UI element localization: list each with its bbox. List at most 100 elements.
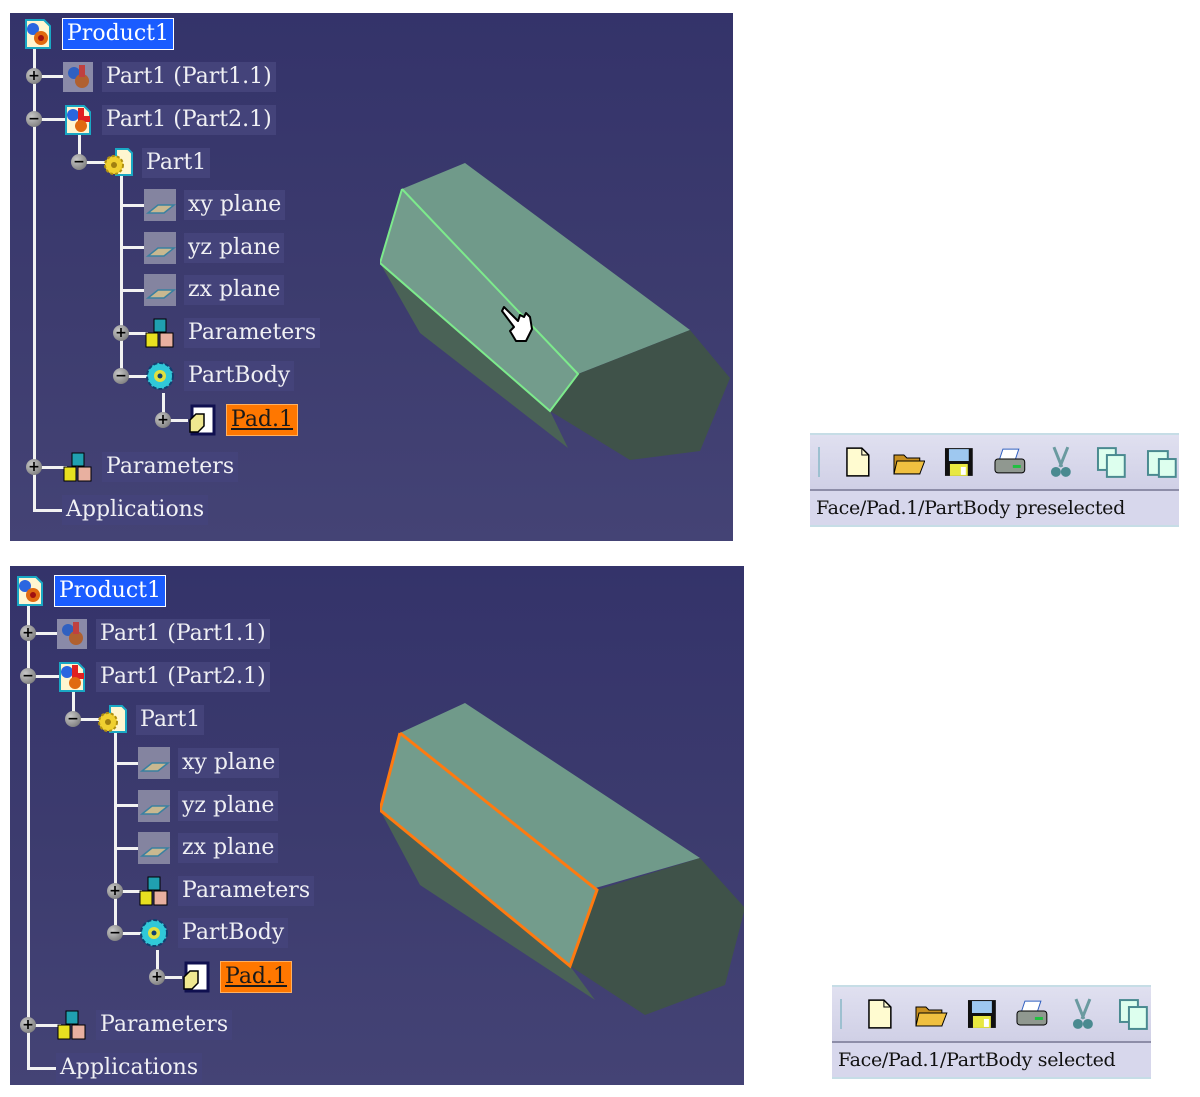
tree-item[interactable]: Part1 (Part1.1) bbox=[62, 60, 276, 94]
tree-item[interactable]: Parameters bbox=[138, 874, 315, 908]
3d-viewport[interactable] bbox=[380, 680, 744, 1060]
tree-label: Parameters bbox=[96, 1010, 233, 1040]
tree-line bbox=[120, 246, 146, 249]
toolbar-panel-selected: Face/Pad.1/PartBody selected bbox=[832, 985, 1151, 1079]
tree-line bbox=[120, 204, 146, 207]
tree-label: Product1 bbox=[54, 575, 166, 607]
tree-label: Part1 bbox=[136, 705, 205, 735]
plane-icon bbox=[144, 274, 176, 306]
tree-label: Part1 (Part2.1) bbox=[96, 662, 270, 692]
part-instance-active-icon bbox=[65, 105, 91, 135]
tree-item[interactable]: Part1 bbox=[102, 146, 211, 180]
tree-label: Part1 (Part1.1) bbox=[96, 619, 270, 649]
tree-item-product1[interactable]: Product1 bbox=[22, 17, 174, 51]
expand-toggle[interactable]: + bbox=[155, 412, 171, 428]
tree-line bbox=[114, 847, 140, 850]
tree-item-pad1[interactable]: Pad.1 bbox=[180, 960, 293, 994]
parameters-icon bbox=[139, 876, 168, 906]
tree-label: Part1 (Part2.1) bbox=[102, 105, 276, 135]
parameters-icon bbox=[63, 452, 92, 482]
tree-label: Pad.1 bbox=[220, 961, 293, 993]
expand-toggle[interactable]: + bbox=[113, 325, 129, 341]
tree-item[interactable]: xy plane bbox=[138, 746, 280, 780]
tree-line bbox=[120, 289, 146, 292]
tree-item[interactable]: Part1 (Part2.1) bbox=[56, 660, 270, 694]
tree-item[interactable]: zx plane bbox=[144, 273, 285, 307]
3d-viewport[interactable] bbox=[380, 133, 733, 493]
cut-icon[interactable] bbox=[1066, 997, 1100, 1031]
collapse-toggle[interactable]: − bbox=[71, 154, 87, 170]
print-icon[interactable] bbox=[1015, 997, 1049, 1031]
tree-item[interactable]: Parameters bbox=[62, 450, 239, 484]
tree-item[interactable]: Applications bbox=[62, 493, 209, 527]
tree-label: Parameters bbox=[102, 452, 239, 482]
new-file-icon[interactable] bbox=[863, 997, 897, 1031]
expand-toggle[interactable]: + bbox=[107, 883, 123, 899]
tree-label: yz plane bbox=[184, 233, 285, 263]
plane-icon bbox=[138, 790, 170, 822]
catia-viewer-preselected: + − − + − + + Product1 Part1 (Part1.1) P… bbox=[10, 13, 733, 541]
specification-tree: + − − + − + + Product1 Part1 (Part1.1) P… bbox=[10, 566, 370, 1085]
tree-label: Product1 bbox=[62, 18, 174, 50]
copy-icon[interactable] bbox=[1117, 997, 1151, 1031]
pad-icon bbox=[189, 404, 216, 436]
tree-item[interactable]: xy plane bbox=[144, 188, 286, 222]
expand-toggle[interactable]: + bbox=[20, 625, 36, 641]
tree-item[interactable]: yz plane bbox=[144, 231, 285, 265]
product-icon bbox=[17, 576, 43, 606]
tree-line bbox=[114, 762, 140, 765]
expand-toggle[interactable]: + bbox=[26, 459, 42, 475]
expand-toggle[interactable]: + bbox=[26, 68, 42, 84]
status-bar: Face/Pad.1/PartBody selected bbox=[838, 1049, 1116, 1071]
tree-label: Part1 bbox=[142, 148, 211, 178]
save-icon[interactable] bbox=[965, 997, 999, 1031]
tree-item[interactable]: Part1 bbox=[96, 703, 205, 737]
copy-icon[interactable] bbox=[1095, 445, 1129, 479]
tree-item[interactable]: yz plane bbox=[138, 789, 279, 823]
tree-item[interactable]: PartBody bbox=[144, 359, 295, 393]
tree-item[interactable]: Part1 (Part2.1) bbox=[62, 103, 276, 137]
tree-label: Applications bbox=[56, 1053, 203, 1083]
open-folder-icon[interactable] bbox=[914, 997, 948, 1031]
parameters-icon bbox=[145, 318, 174, 348]
tree-item[interactable]: PartBody bbox=[138, 916, 289, 950]
parameters-icon bbox=[57, 1010, 86, 1040]
tree-item[interactable]: Parameters bbox=[144, 316, 321, 350]
partbody-icon bbox=[140, 919, 168, 947]
part-instance-icon bbox=[63, 62, 93, 92]
standard-toolbar bbox=[810, 435, 1179, 491]
cut-icon[interactable] bbox=[1044, 445, 1078, 479]
status-bar: Face/Pad.1/PartBody preselected bbox=[816, 497, 1125, 519]
pad-icon bbox=[183, 961, 210, 993]
collapse-toggle[interactable]: − bbox=[20, 668, 36, 684]
print-icon[interactable] bbox=[993, 445, 1027, 479]
tree-label: Parameters bbox=[184, 318, 321, 348]
expand-toggle[interactable]: + bbox=[149, 969, 165, 985]
tree-label: xy plane bbox=[184, 190, 286, 220]
paste-icon[interactable] bbox=[1145, 445, 1179, 479]
toolbar-grip[interactable] bbox=[818, 447, 820, 477]
tree-item-product1[interactable]: Product1 bbox=[14, 574, 166, 608]
plane-icon bbox=[138, 832, 170, 864]
tree-label: Parameters bbox=[178, 876, 315, 906]
tree-label: Applications bbox=[62, 495, 209, 525]
open-folder-icon[interactable] bbox=[892, 445, 926, 479]
tree-item[interactable]: Parameters bbox=[56, 1008, 233, 1042]
tree-item[interactable]: zx plane bbox=[138, 831, 279, 865]
toolbar-grip[interactable] bbox=[840, 999, 842, 1029]
expand-toggle[interactable]: + bbox=[20, 1017, 36, 1033]
collapse-toggle[interactable]: − bbox=[65, 711, 81, 727]
standard-toolbar bbox=[832, 987, 1151, 1043]
tree-item-pad1[interactable]: Pad.1 bbox=[186, 403, 299, 437]
collapse-toggle[interactable]: − bbox=[113, 368, 129, 384]
tree-item[interactable]: Part1 (Part1.1) bbox=[56, 617, 270, 651]
tree-item[interactable]: Applications bbox=[56, 1051, 203, 1085]
new-file-icon[interactable] bbox=[841, 445, 875, 479]
collapse-toggle[interactable]: − bbox=[26, 111, 42, 127]
collapse-toggle[interactable]: − bbox=[107, 925, 123, 941]
tree-label: Pad.1 bbox=[226, 404, 299, 436]
plane-icon bbox=[144, 232, 176, 264]
tree-label: PartBody bbox=[178, 918, 289, 948]
catia-viewer-selected: + − − + − + + Product1 Part1 (Part1.1) P… bbox=[10, 566, 744, 1085]
save-icon[interactable] bbox=[942, 445, 976, 479]
